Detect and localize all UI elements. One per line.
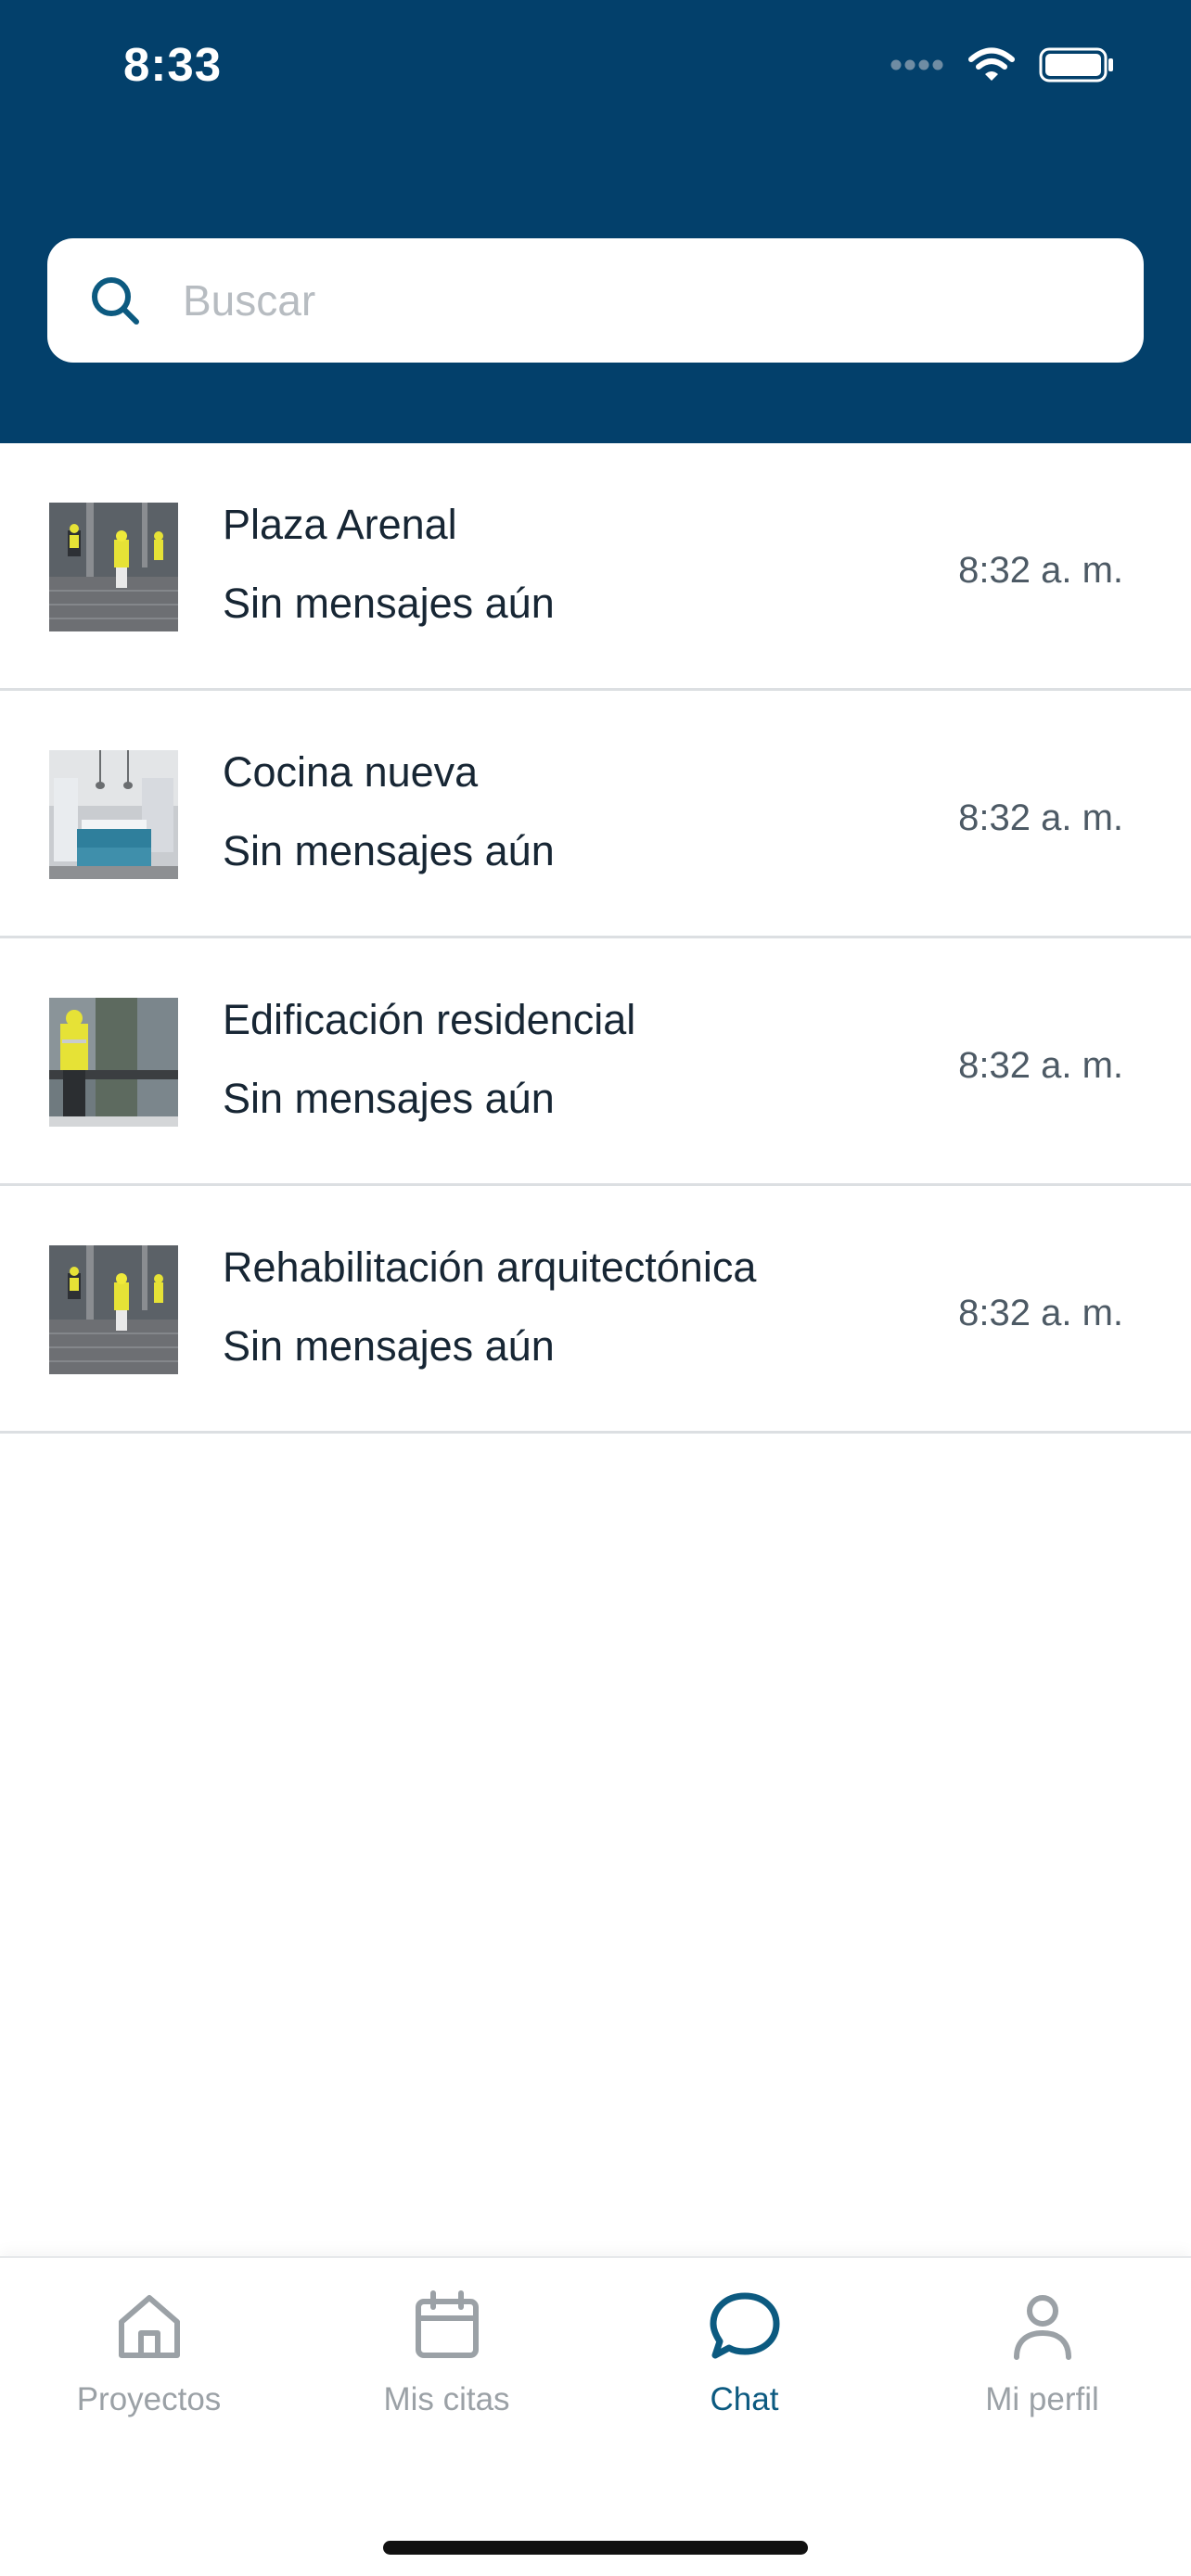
tab-label: Chat [710, 2381, 779, 2417]
home-indicator[interactable] [383, 2541, 808, 2555]
chat-time: 8:32 a. m. [958, 550, 1123, 591]
tab-proyectos[interactable]: Proyectos [0, 2258, 298, 2443]
chat-list: Plaza Arenal Sin mensajes aún 8:32 a. m.… [0, 443, 1191, 1434]
tab-label: Mis citas [383, 2381, 510, 2417]
app-header: 8:33 [0, 0, 1191, 443]
home-icon [112, 2289, 186, 2363]
tab-label: Mi perfil [985, 2381, 1099, 2417]
tab-chat[interactable]: Chat [596, 2258, 893, 2443]
tab-mi-perfil[interactable]: Mi perfil [893, 2258, 1191, 2443]
chat-preview: Sin mensajes aún [223, 827, 555, 874]
bottom-tab-bar: Proyectos Mis citas Chat Mi perfil [0, 2256, 1191, 2576]
chat-row[interactable]: Cocina nueva Sin mensajes aún 8:32 a. m. [0, 691, 1191, 938]
status-icons [890, 46, 1115, 88]
chat-thumbnail [49, 503, 178, 631]
signal-dots-icon [890, 58, 944, 76]
chat-thumbnail [49, 998, 178, 1127]
chat-bubble-icon [708, 2289, 782, 2363]
chat-thumbnail [49, 750, 178, 879]
chat-row[interactable]: Plaza Arenal Sin mensajes aún 8:32 a. m. [0, 443, 1191, 691]
chat-name: Cocina nueva [223, 748, 479, 796]
search-icon [88, 274, 144, 334]
status-time: 8:33 [123, 38, 223, 91]
tab-mis-citas[interactable]: Mis citas [298, 2258, 596, 2443]
chat-time: 8:32 a. m. [958, 1293, 1123, 1333]
battery-icon [1039, 46, 1115, 88]
calendar-icon [410, 2289, 484, 2363]
chat-name: Edificación residencial [223, 996, 636, 1043]
search-input[interactable] [183, 238, 1110, 363]
person-icon [1005, 2289, 1080, 2363]
chat-time: 8:32 a. m. [958, 797, 1123, 838]
chat-row[interactable]: Edificación residencial Sin mensajes aún… [0, 938, 1191, 1186]
chat-row[interactable]: Rehabilitación arquitectónica Sin mensaj… [0, 1186, 1191, 1434]
chat-preview: Sin mensajes aún [223, 580, 555, 627]
chat-preview: Sin mensajes aún [223, 1322, 555, 1370]
tab-label: Proyectos [76, 2381, 222, 2417]
chat-preview: Sin mensajes aún [223, 1075, 555, 1122]
chat-time: 8:32 a. m. [958, 1045, 1123, 1086]
chat-name: Rehabilitación arquitectónica [223, 1243, 757, 1291]
chat-name: Plaza Arenal [223, 501, 457, 548]
wifi-icon [968, 47, 1015, 87]
chat-thumbnail [49, 1245, 178, 1374]
search-bar[interactable] [47, 238, 1144, 363]
